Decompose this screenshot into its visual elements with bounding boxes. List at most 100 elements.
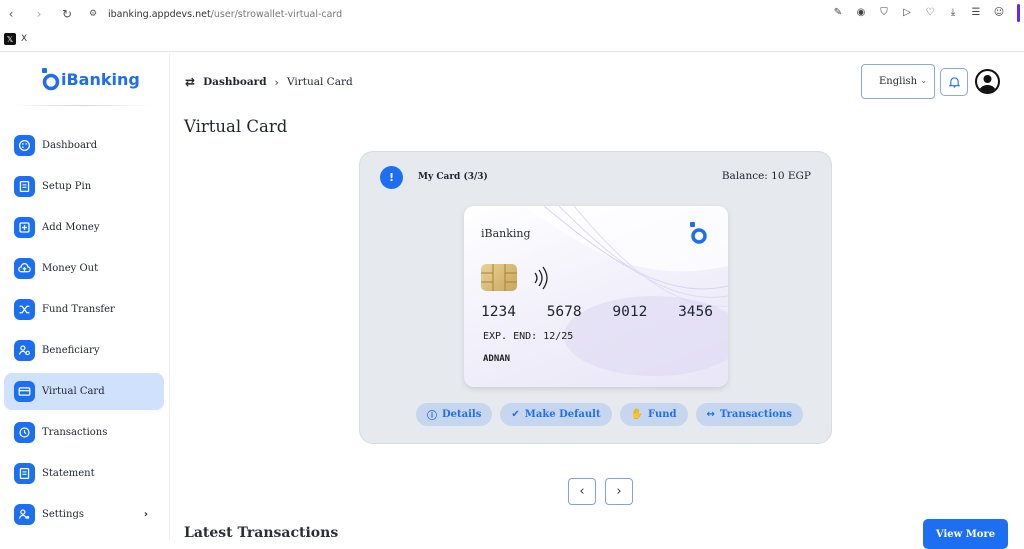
url-path: /user/strowallet-virtual-card [210, 8, 343, 20]
sidebar-item-label: Money Out [42, 263, 99, 274]
details-button[interactable]: ⓘ Details [416, 403, 493, 426]
bell-icon [948, 77, 960, 88]
app-name: iBanking [61, 69, 140, 89]
sidebar: iBanking Dashboard Setup Pin Add Money M… [0, 53, 170, 540]
reload-icon[interactable]: ↻ [58, 5, 76, 23]
sidebar-item-fund-transfer[interactable]: Fund Transfer [4, 291, 164, 328]
breadcrumb-dashboard-link[interactable]: Dashboard [203, 76, 266, 88]
logo-divider [12, 105, 152, 106]
sidebar-item-add-money[interactable]: Add Money [4, 209, 164, 246]
back-icon[interactable]: ‹ [2, 5, 20, 23]
download-icon[interactable]: ⤓ [946, 5, 960, 19]
document-icon [14, 176, 35, 197]
site-info-icon[interactable]: ⚙ [84, 5, 102, 23]
ibanking-logo-icon [42, 68, 60, 91]
language-select[interactable]: English ⌄ [861, 64, 935, 99]
sidebar-item-label: Add Money [42, 222, 100, 233]
info-circle-icon: ⓘ [427, 411, 437, 422]
sidebar-item-label: Settings [42, 509, 84, 520]
sidebar-item-label: Beneficiary [42, 345, 100, 356]
make-default-label: Make Default [524, 409, 601, 420]
palette-icon [14, 135, 35, 156]
app-logo[interactable]: iBanking [40, 67, 140, 91]
breadcrumb-current: Virtual Card [286, 76, 353, 88]
hand-coin-icon: ✋ [630, 409, 644, 420]
chevron-right-icon: › [616, 484, 622, 499]
chevron-left-icon: ‹ [579, 484, 585, 499]
virtual-card[interactable]: iBanking 1234 5678 9012 3456 EXP. END: 1… [464, 206, 728, 387]
make-default-button[interactable]: ✔ Make Default [500, 403, 612, 426]
card-chip-icon [481, 264, 517, 291]
sidebar-toggle-icon[interactable]: ⇄ [185, 75, 195, 89]
sidebar-item-virtual-card[interactable]: Virtual Card [4, 373, 164, 410]
sidebar-item-statement[interactable]: Statement [4, 455, 164, 492]
list-icon[interactable]: ☰ [969, 5, 983, 19]
sidebar-item-label: Transactions [42, 427, 108, 438]
contactless-icon [534, 266, 548, 290]
credit-card-icon [14, 381, 35, 402]
latest-transactions-heading: Latest Transactions [184, 525, 339, 541]
card-number-group: 5678 [546, 304, 582, 320]
info-icon[interactable]: ! [380, 166, 403, 189]
next-card-button[interactable]: › [605, 478, 633, 505]
plus-square-icon [14, 217, 35, 238]
browser-chrome: ‹ › ↻ ⚙ ibanking.appdevs.net/user/strowa… [0, 0, 1024, 52]
bookmark-x-label[interactable]: X [21, 34, 27, 44]
page-title: Virtual Card [184, 117, 288, 136]
details-label: Details [442, 409, 482, 420]
sidebar-item-transactions[interactable]: Transactions [4, 414, 164, 451]
cloud-upload-icon [14, 258, 35, 279]
chevron-right-icon: › [274, 75, 279, 89]
profile-icon[interactable]: ☺ [992, 5, 1006, 19]
address-bar[interactable]: ibanking.appdevs.net/user/strowallet-vir… [108, 9, 342, 20]
previous-card-button[interactable]: ‹ [568, 478, 596, 505]
chevron-down-icon: ⌄ [920, 76, 927, 85]
card-brand: iBanking [481, 227, 531, 240]
transactions-button[interactable]: ↔ Transactions [695, 403, 803, 426]
card-panel: ! My Card (3/3) Balance: 10 EGP iBanking [359, 151, 832, 444]
shuffle-icon [14, 299, 35, 320]
card-number-group: 1234 [481, 304, 516, 320]
card-balance: Balance: 10 EGP [721, 170, 811, 182]
fund-label: Fund [648, 409, 677, 420]
sidebar-item-label: Setup Pin [42, 181, 92, 192]
x-logo-icon[interactable]: 𝕏 [4, 33, 16, 45]
card-number-group: 3456 [678, 304, 713, 320]
browser-toolbar: ‹ › ↻ ⚙ ibanking.appdevs.net/user/strowa… [0, 0, 1024, 28]
camera-icon[interactable]: ◉ [854, 5, 868, 19]
url-host: ibanking.appdevs.net [108, 8, 211, 20]
card-actions: ⓘ Details ✔ Make Default ✋ Fund ↔ Transa… [416, 403, 803, 426]
ibanking-logo-icon [690, 222, 707, 244]
main-content: ⇄ Dashboard › Virtual Card English ⌄ Vir… [171, 53, 1024, 549]
card-number: 1234 5678 9012 3456 [481, 304, 713, 320]
bookmarks-bar: 𝕏 X [4, 31, 27, 47]
transactions-label: Transactions [719, 409, 792, 420]
fund-button[interactable]: ✋ Fund [619, 403, 688, 426]
sidebar-item-dashboard[interactable]: Dashboard [4, 127, 164, 164]
arrows-horizontal-icon: ↔ [706, 409, 715, 420]
sidebar-item-label: Statement [42, 468, 95, 479]
heart-icon[interactable]: ♡ [923, 5, 937, 19]
view-more-button[interactable]: View More [923, 519, 1008, 549]
shield-icon[interactable]: ⛉ [877, 5, 891, 19]
avatar[interactable] [975, 69, 1000, 94]
browser-actions: ✎ ◉ ⛉ ▷ ♡ ⤓ ☰ ☺ [831, 5, 1006, 19]
breadcrumb: ⇄ Dashboard › Virtual Card [185, 75, 353, 89]
sidebar-item-beneficiary[interactable]: Beneficiary [4, 332, 164, 369]
forward-icon[interactable]: › [30, 5, 48, 23]
sidebar-item-settings[interactable]: Settings › [4, 496, 164, 533]
card-number-group: 9012 [612, 304, 648, 320]
sidebar-item-label: Dashboard [42, 140, 98, 151]
sidebar-item-label: Virtual Card [42, 386, 105, 397]
notification-button[interactable] [940, 68, 968, 96]
chevron-right-icon: › [143, 509, 148, 520]
language-value: English [879, 76, 918, 87]
sidebar-item-setup-pin[interactable]: Setup Pin [4, 168, 164, 205]
sidebar-item-money-out[interactable]: Money Out [4, 250, 164, 287]
edit-icon[interactable]: ✎ [831, 5, 845, 19]
browser-accent [1017, 4, 1020, 22]
card-holder: ADNAN [483, 354, 511, 364]
user-cog-icon [14, 340, 35, 361]
play-icon[interactable]: ▷ [900, 5, 914, 19]
check-circle-icon: ✔ [511, 409, 520, 420]
